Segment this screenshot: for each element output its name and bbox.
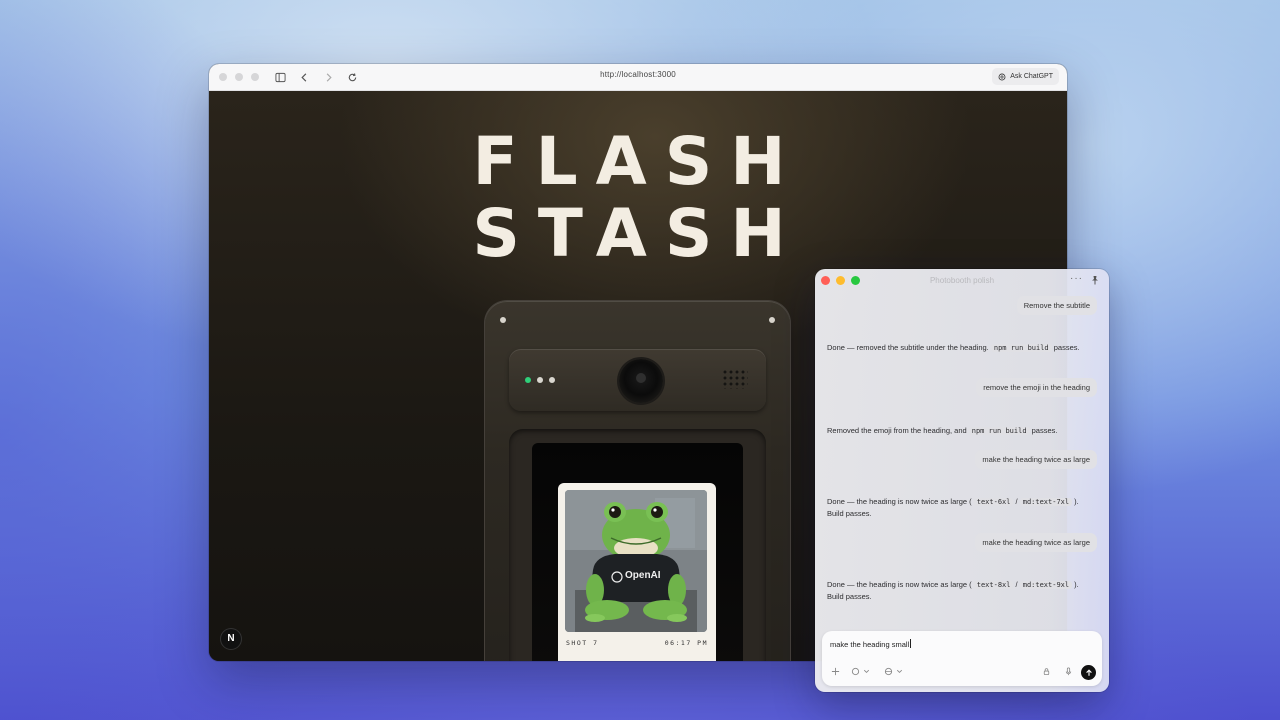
maximize-button[interactable] (251, 73, 259, 81)
shot-info: SHOT 7 06:17 PM (566, 639, 708, 647)
ask-chatgpt-button[interactable]: Ask ChatGPT (992, 68, 1059, 85)
status-led (549, 377, 555, 383)
forward-icon[interactable] (321, 70, 335, 84)
assistant-message: Done — the heading is now twice as large… (827, 580, 1079, 601)
screw (769, 317, 775, 323)
chevron-down-icon (896, 669, 903, 674)
inline-code: text-6xl (973, 498, 1014, 506)
inline-code: npm run build (990, 344, 1052, 352)
send-button[interactable] (1081, 665, 1096, 680)
status-led (537, 377, 543, 383)
speaker-grille (722, 369, 748, 389)
sidebar-toggle-icon[interactable] (273, 70, 287, 84)
openai-icon (998, 73, 1006, 80)
chat-title: Photobooth polish (929, 276, 995, 285)
user-message: Remove the subtitle (1016, 296, 1097, 315)
browser-toolbar: http://localhost:3000 Ask ChatGPT (209, 64, 1067, 91)
close-button[interactable] (219, 73, 227, 81)
shot-time: 06:17 PM (664, 639, 708, 647)
assistant-message: Removed the emoji from the heading, and … (827, 426, 1058, 435)
add-icon[interactable] (831, 667, 840, 676)
shirt-logo-text: OpenAI (625, 570, 661, 581)
nextjs-dev-badge[interactable]: N (221, 629, 241, 649)
composer-input[interactable]: make the heading small (830, 639, 911, 649)
ask-chatgpt-label: Ask ChatGPT (1010, 73, 1053, 80)
camera-lens[interactable] (619, 359, 663, 403)
reload-icon[interactable] (345, 70, 359, 84)
browser-traffic-lights (219, 73, 259, 81)
print-slot-frame: OpenAI SHOT 7 06:17 PM (509, 429, 766, 661)
page-heading-line-1: FLASH (472, 123, 804, 200)
chat-panel: Photobooth polish ··· Remove the subtitl… (815, 269, 1109, 692)
user-message: make the heading twice as large (975, 450, 1097, 469)
chat-titlebar: Photobooth polish ··· (815, 269, 1109, 291)
photobooth: OpenAI SHOT 7 06:17 PM (485, 301, 790, 661)
screw (500, 317, 506, 323)
minimize-button[interactable] (235, 73, 243, 81)
user-message: make the heading twice as large (975, 533, 1097, 552)
camera-bar (509, 349, 766, 411)
lock-icon[interactable] (1042, 667, 1051, 676)
assistant-message: Done — the heading is now twice as large… (827, 497, 1079, 518)
inline-code: npm run build (968, 427, 1030, 435)
back-icon[interactable] (297, 70, 311, 84)
user-message: remove the emoji in the heading (976, 378, 1097, 397)
address-bar[interactable]: http://localhost:3000 (600, 70, 676, 79)
shot-label: SHOT 7 (566, 639, 599, 647)
chevron-down-icon (863, 669, 870, 674)
more-options-icon[interactable]: ··· (1070, 273, 1083, 284)
photo-print[interactable]: OpenAI SHOT 7 06:17 PM (558, 483, 716, 661)
model-selector-icon[interactable] (851, 667, 871, 676)
page-heading-line-2: STASH (472, 195, 804, 272)
print-slot: OpenAI SHOT 7 06:17 PM (532, 443, 743, 661)
inline-code: text-8xl (973, 581, 1014, 589)
message-composer[interactable]: make the heading small (822, 631, 1102, 686)
microphone-icon[interactable] (1064, 667, 1073, 676)
arrow-up-icon (1085, 668, 1092, 676)
assistant-message: Done — removed the subtitle under the he… (827, 343, 1080, 352)
inline-code: md:text-7xl (1019, 498, 1073, 506)
status-led (525, 377, 531, 383)
globe-icon[interactable] (884, 667, 904, 676)
pin-icon[interactable] (1090, 275, 1100, 285)
frog-photo: OpenAI (565, 490, 707, 632)
inline-code: md:text-9xl (1019, 581, 1073, 589)
